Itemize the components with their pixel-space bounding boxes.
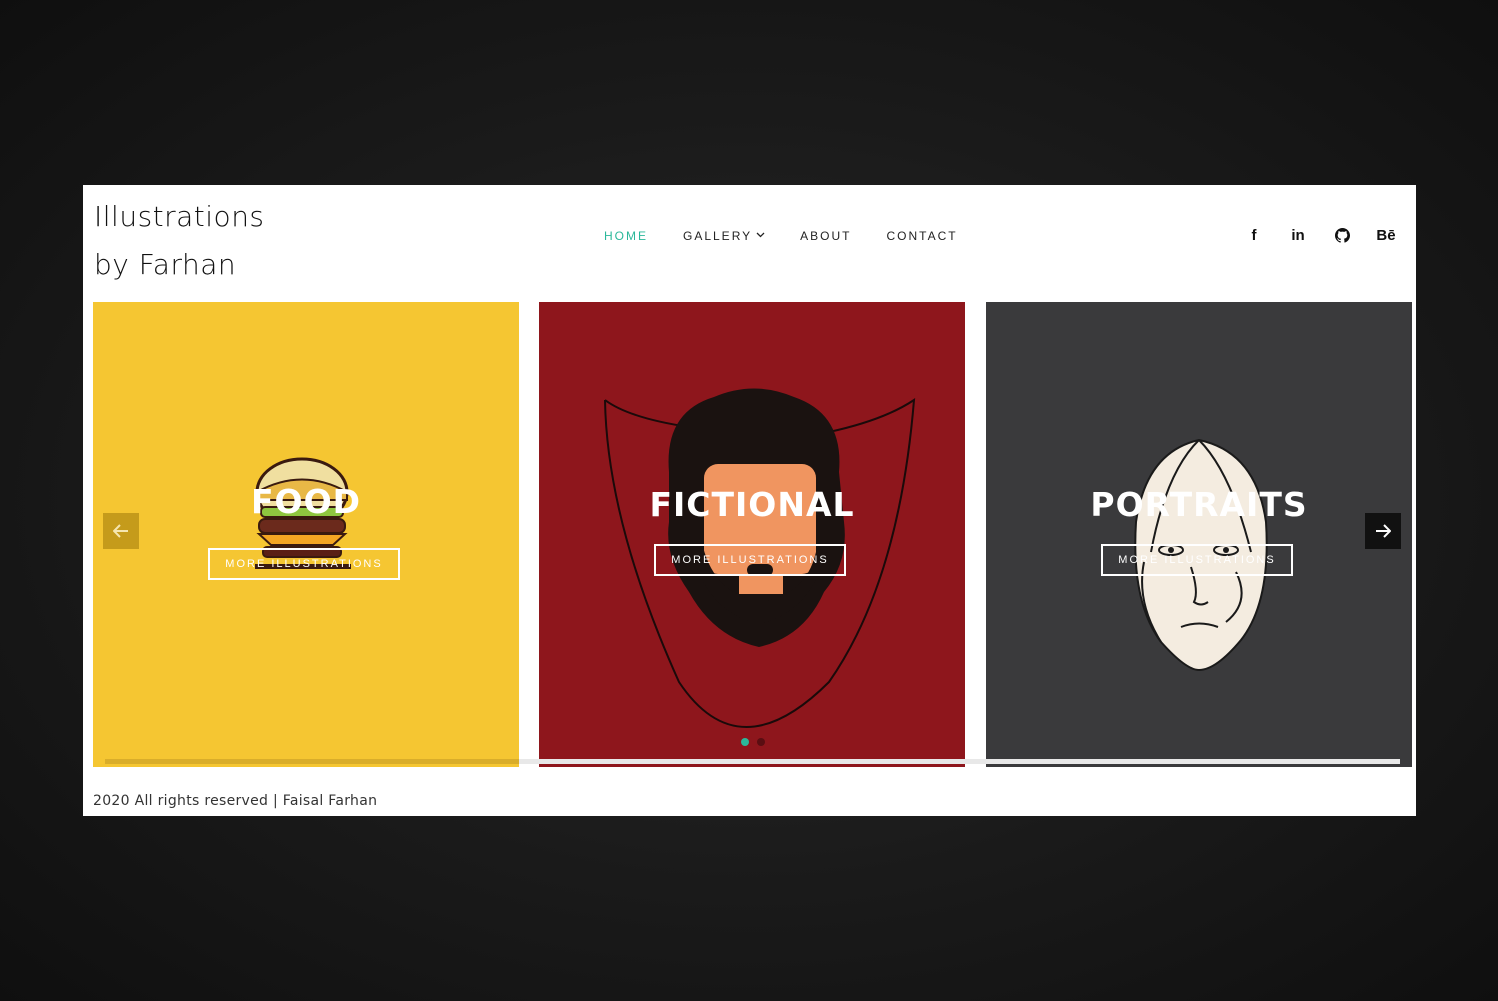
slider-dots [741,738,773,746]
nav-home[interactable]: HOME [604,229,648,243]
page-container: Illustrations by Farhan HOME GALLERY ABO… [83,185,1416,816]
nav-contact[interactable]: CONTACT [887,229,958,243]
slide-portraits[interactable]: PORTRAITS MORE ILLUSTRATIONS [986,302,1412,767]
slide-title-food: FOOD [250,482,362,521]
portrait-illustration [1134,438,1268,672]
social-links: f in Bē [1222,223,1398,247]
slide-food[interactable]: FOOD MORE ILLUSTRATIONS [93,302,519,767]
logo-line-1: Illustrations [94,200,265,233]
site-logo[interactable]: Illustrations by Farhan [94,193,265,289]
facebook-icon[interactable]: f [1242,223,1266,247]
nav-about[interactable]: ABOUT [800,229,851,243]
footer-copyright: 2020 All rights reserved | Faisal Farhan [93,793,378,809]
more-illustrations-button-food[interactable]: MORE ILLUSTRATIONS [208,548,400,580]
nav-about-label: ABOUT [800,229,852,243]
nav-gallery-label: GALLERY [683,229,753,243]
slider-dot-2[interactable] [757,738,765,746]
behance-icon[interactable]: Bē [1374,223,1398,247]
slider-progress-bar [105,759,1400,764]
slide-title-fictional: FICTIONAL [649,485,855,524]
illustration-slider: FOOD MORE ILLUSTRATIONS FICTIONAL MORE I… [93,302,1412,767]
more-illustrations-button-portraits[interactable]: MORE ILLUSTRATIONS [1101,544,1293,576]
nav-contact-label: CONTACT [886,229,958,243]
bearded-man-illustration [604,388,916,728]
slide-fictional[interactable]: FICTIONAL MORE ILLUSTRATIONS [539,302,965,767]
github-icon[interactable] [1330,223,1354,247]
nav-home-label: HOME [604,229,648,243]
chevron-down-icon [756,230,765,241]
arrow-left-icon[interactable] [103,513,139,549]
nav-gallery[interactable]: GALLERY [683,229,765,243]
arrow-right-icon[interactable] [1365,513,1401,549]
linkedin-icon[interactable]: in [1286,223,1310,247]
more-illustrations-button-fictional[interactable]: MORE ILLUSTRATIONS [654,544,846,576]
burger-illustration [255,457,351,569]
logo-line-2: by Farhan [94,248,237,281]
slider-progress-fill [105,759,520,764]
main-nav: HOME GALLERY ABOUT CONTACT [604,229,993,243]
slider-dot-1[interactable] [741,738,749,746]
slide-title-portraits: PORTRAITS [1090,485,1308,524]
